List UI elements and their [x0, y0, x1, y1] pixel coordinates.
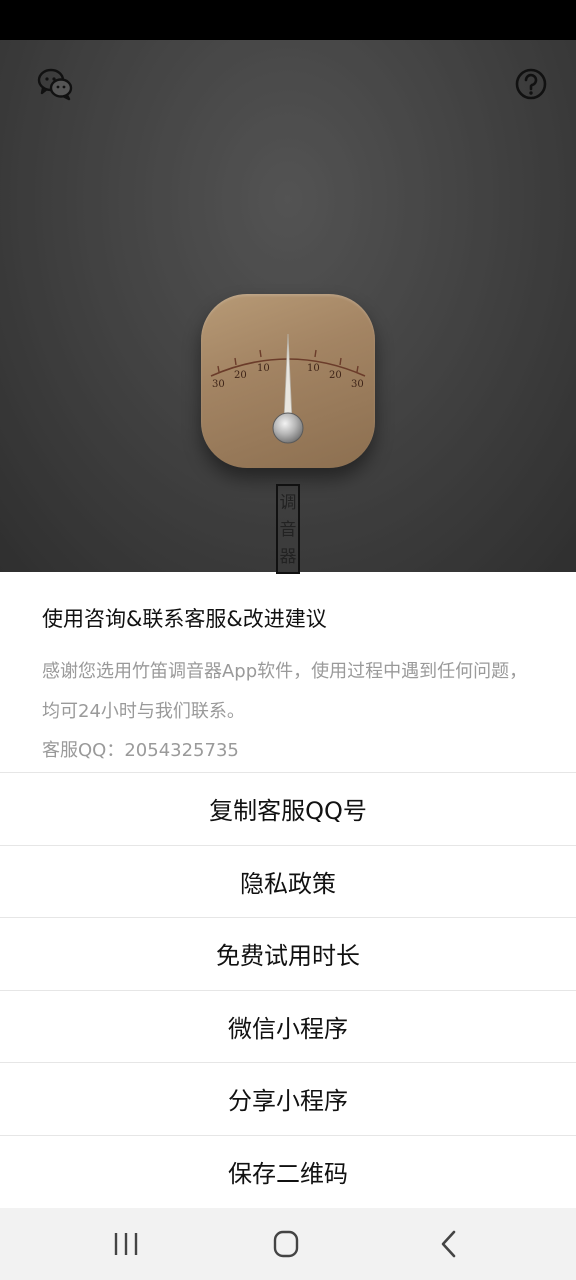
- tuner-label-char: 调: [279, 493, 297, 513]
- dial-needle: [283, 333, 293, 421]
- contact-bottom-sheet: 使用咨询&联系客服&改进建议 感谢您选用竹笛调音器App软件，使用过程中遇到任何…: [0, 572, 576, 1208]
- dial-scale-label: 20: [234, 370, 247, 381]
- home-icon[interactable]: [266, 1226, 306, 1262]
- tuner-label-char: 器: [279, 547, 297, 567]
- dial-scale-label: 30: [351, 379, 364, 390]
- sheet-header: 使用咨询&联系客服&改进建议 感谢您选用竹笛调音器App软件，使用过程中遇到任何…: [0, 572, 576, 772]
- tuner-dial[interactable]: 30 20 10 10 20 30: [201, 294, 375, 468]
- wechat-mini-program-button[interactable]: 微信小程序: [0, 989, 576, 1063]
- wechat-icon[interactable]: [37, 66, 73, 102]
- dial-knob: [272, 412, 304, 444]
- support-qq-text: 客服QQ：2054325735: [42, 740, 239, 761]
- dial-scale-label: 10: [257, 363, 270, 374]
- tuner-dial-graphic: 30 20 10 10 20 30: [210, 333, 366, 444]
- help-icon[interactable]: [513, 66, 549, 102]
- tuner-label-char: 音: [279, 520, 297, 540]
- system-nav-bar: [0, 1208, 576, 1280]
- dial-scale-label: 30: [212, 379, 225, 390]
- tuner-vertical-label: 调 音 器: [276, 484, 300, 574]
- back-icon[interactable]: [430, 1226, 470, 1262]
- dial-scale-label: 10: [307, 363, 320, 374]
- save-qr-code-button[interactable]: 保存二维码: [0, 1134, 576, 1208]
- dial-scale-label: 20: [329, 370, 342, 381]
- status-bar: [0, 0, 576, 40]
- copy-qq-button[interactable]: 复制客服QQ号: [0, 772, 576, 845]
- sheet-description: 感谢您选用竹笛调音器App软件，使用过程中遇到任何问题，均可24小时与我们联系。: [42, 661, 528, 722]
- share-mini-program-button[interactable]: 分享小程序: [0, 1062, 576, 1135]
- privacy-policy-button[interactable]: 隐私政策: [0, 844, 576, 918]
- sheet-title: 使用咨询&联系客服&改进建议: [42, 607, 327, 631]
- free-trial-button[interactable]: 免费试用时长: [0, 917, 576, 990]
- recents-icon[interactable]: [106, 1226, 146, 1262]
